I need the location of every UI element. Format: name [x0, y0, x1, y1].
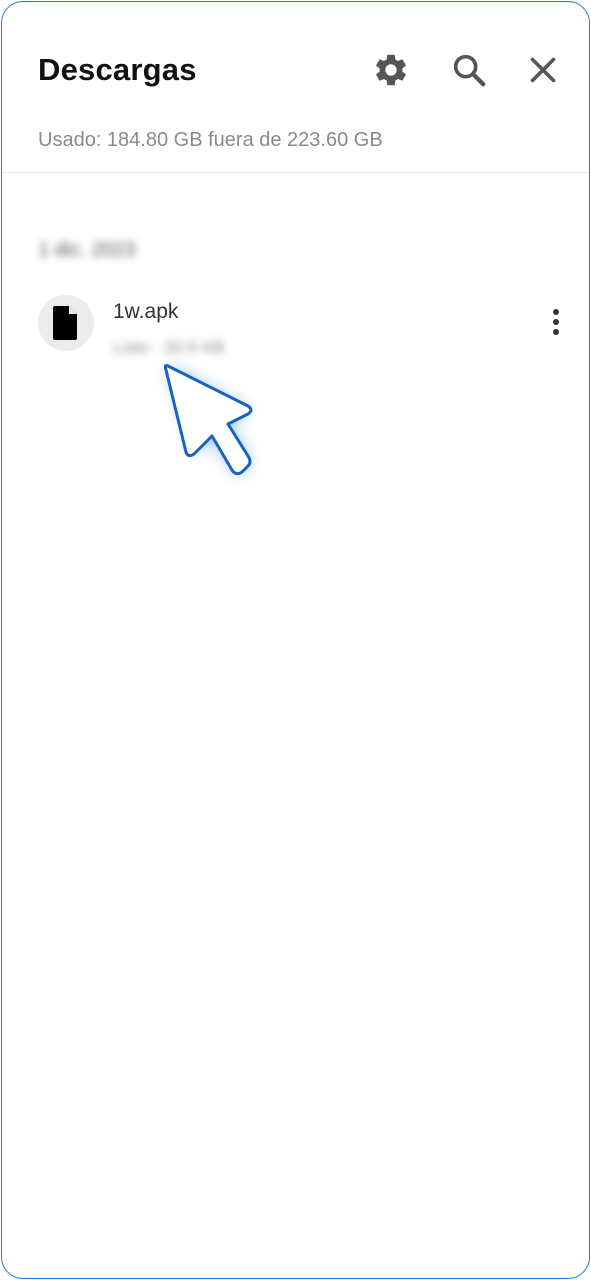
search-button[interactable] [447, 48, 491, 92]
close-icon [530, 57, 556, 83]
settings-button[interactable] [369, 48, 413, 92]
page-title: Descargas [38, 52, 197, 87]
date-group-header: 1 dic. 2023 [38, 239, 136, 261]
close-button[interactable] [521, 48, 565, 92]
file-icon [53, 306, 77, 340]
downloads-panel: Descargas Usado: 184.80 GB fuera de 223.… [1, 1, 590, 1279]
file-thumbnail [38, 295, 94, 351]
storage-usage: Usado: 184.80 GB fuera de 223.60 GB [38, 129, 383, 151]
panel-header: Descargas Usado: 184.80 GB fuera de 223.… [2, 2, 589, 173]
search-icon [453, 54, 486, 87]
more-options-button[interactable] [540, 302, 572, 342]
more-vert-icon [553, 309, 559, 335]
file-name: 1w.apk [113, 300, 179, 323]
pointer-cursor-icon [163, 364, 253, 476]
gear-icon [376, 54, 406, 86]
download-item[interactable]: 1w.apk Listo · 33.5 KB [2, 284, 589, 364]
